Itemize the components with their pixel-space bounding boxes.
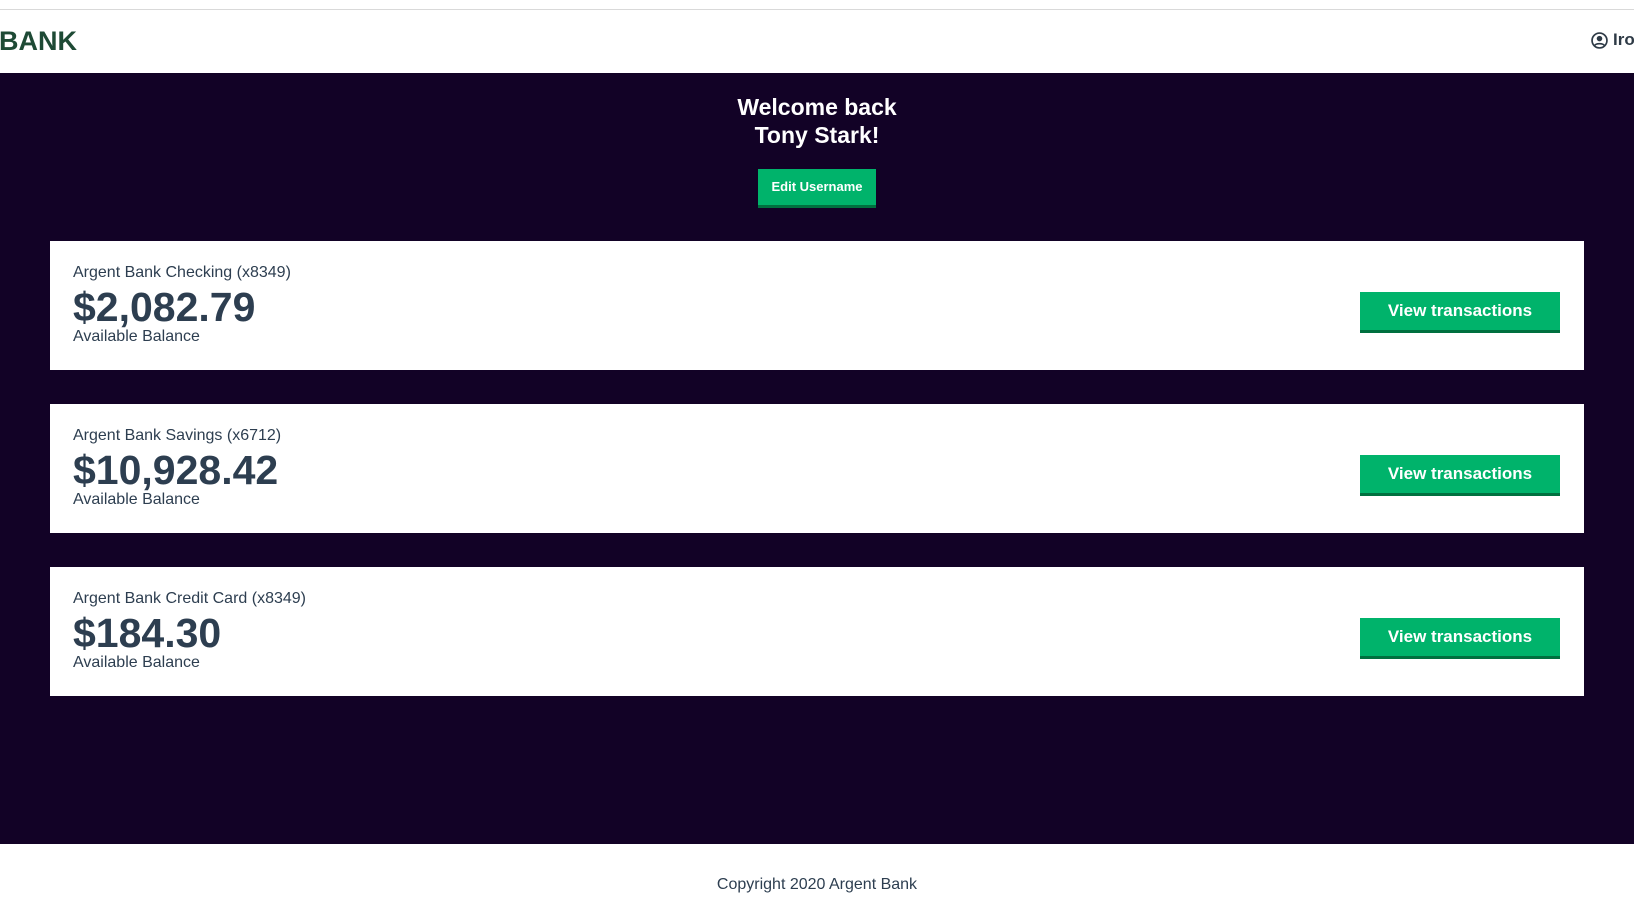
account-title: Argent Bank Credit Card (x8349) <box>73 590 306 607</box>
welcome-heading: Welcome back Tony Stark! <box>0 93 1634 149</box>
welcome-user-name: Tony Stark! <box>754 122 880 148</box>
account-card-checking: Argent Bank Checking (x8349) $2,082.79 A… <box>50 241 1584 370</box>
view-transactions-button[interactable]: View transactions <box>1360 618 1560 659</box>
user-circle-icon <box>1591 31 1608 49</box>
account-balance-label: Available Balance <box>73 328 200 345</box>
account-card-credit: Argent Bank Credit Card (x8349) $184.30 … <box>50 567 1584 696</box>
account-card-savings: Argent Bank Savings (x6712) $10,928.42 A… <box>50 404 1584 533</box>
view-transactions-button[interactable]: View transactions <box>1360 455 1560 496</box>
account-balance: $10,928.42 <box>73 447 279 493</box>
logo-text[interactable]: BANK <box>0 26 77 56</box>
account-balance: $184.30 <box>73 610 222 656</box>
account-balance: $2,082.79 <box>73 284 256 330</box>
account-title: Argent Bank Savings (x6712) <box>73 427 282 444</box>
welcome-line-1: Welcome back <box>737 94 897 120</box>
copyright-text: Copyright 2020 Argent Bank <box>716 876 918 893</box>
account-balance-label: Available Balance <box>73 654 200 671</box>
user-name: Iro <box>1613 30 1634 49</box>
view-transactions-button[interactable]: View transactions <box>1360 292 1560 333</box>
site-header: BANK Iro <box>0 10 1634 73</box>
user-menu-link[interactable]: Iro <box>1591 31 1634 49</box>
account-balance-label: Available Balance <box>73 491 200 508</box>
site-footer: Copyright 2020 Argent Bank <box>0 844 1634 919</box>
edit-username-button[interactable]: Edit Username <box>758 169 876 208</box>
account-title: Argent Bank Checking (x8349) <box>73 264 291 281</box>
main-content: Welcome back Tony Stark! Edit Username A… <box>0 73 1634 844</box>
